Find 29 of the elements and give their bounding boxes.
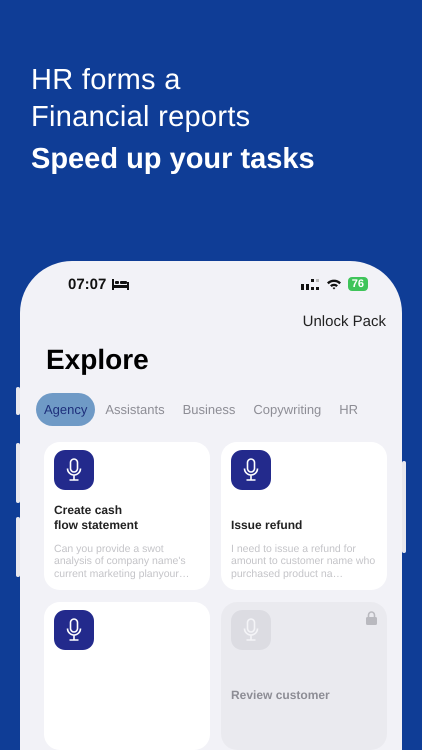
prompt-card[interactable] bbox=[44, 602, 210, 750]
microphone-icon bbox=[54, 610, 94, 650]
wifi-icon bbox=[326, 278, 342, 290]
page-title: Explore bbox=[46, 344, 150, 376]
category-tab[interactable]: Agency bbox=[36, 393, 96, 426]
prompt-card[interactable]: Issue refund I need to issue a refund for amount to customer name who purchased product na… bbox=[221, 442, 387, 590]
category-tab[interactable]: Business bbox=[174, 393, 244, 426]
prompt-card[interactable]: Create cash flow statement Can you provide a swot analysis of company name's current marketing planyour… bbox=[44, 442, 210, 590]
category-tab[interactable]: Assistants bbox=[97, 393, 173, 426]
card-title: Review customer bbox=[231, 688, 331, 703]
unlock-pack-button[interactable]: Unlock Pack bbox=[302, 313, 386, 330]
headline-text: HR forms a bbox=[31, 63, 182, 98]
microphone-icon bbox=[54, 450, 94, 490]
battery-indicator: 76 bbox=[348, 277, 368, 291]
microphone-icon bbox=[231, 610, 271, 650]
prompt-card[interactable]: Review customer bbox=[221, 602, 387, 750]
status-time: 07:07 bbox=[68, 276, 106, 292]
microphone-icon bbox=[231, 450, 271, 490]
card-title: Issue refund bbox=[231, 518, 304, 532]
card-description: I need to issue a refund for amount to customer name who purchased product na… bbox=[231, 542, 376, 580]
bed-icon bbox=[112, 278, 130, 290]
card-title: Create cash flow statement bbox=[54, 502, 140, 532]
lock-icon bbox=[366, 611, 377, 625]
card-description: Can you provide a swot analysis of company name's current marketing planyour… bbox=[54, 542, 190, 580]
category-tab[interactable]: Copywriting bbox=[245, 393, 330, 426]
category-tab[interactable]: HR bbox=[331, 393, 366, 426]
headline-text: Financial reports bbox=[31, 100, 252, 135]
signal-icon bbox=[300, 278, 320, 290]
tagline-text: Speed up your tasks bbox=[31, 142, 316, 177]
